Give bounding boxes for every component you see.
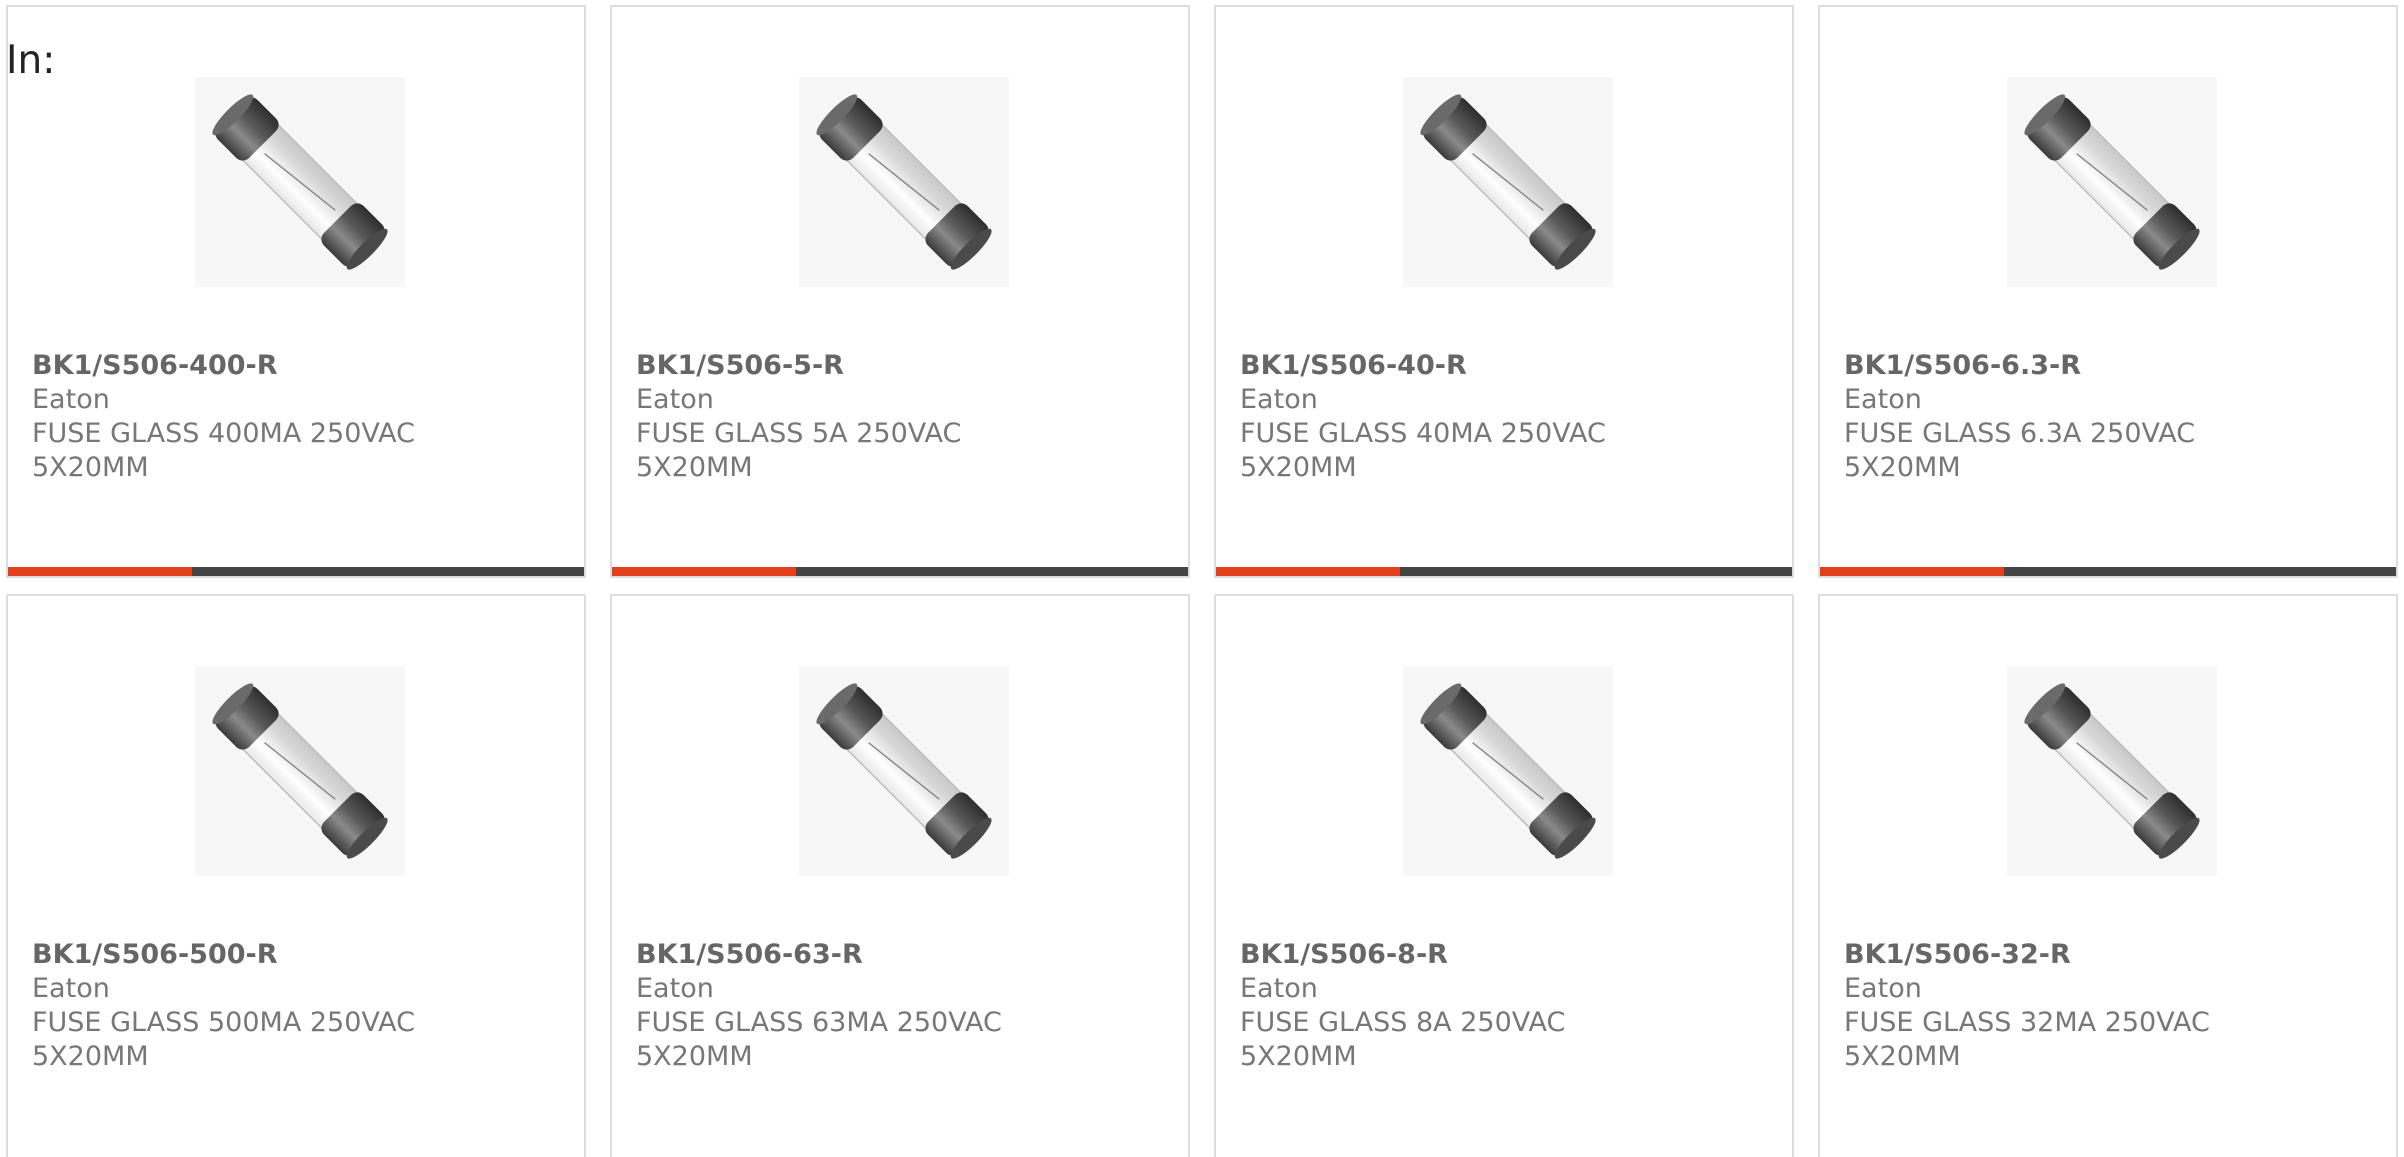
glass-fuse-icon xyxy=(212,94,388,270)
manufacturer-name: Eaton xyxy=(1844,384,1922,415)
manufacturer-name: Eaton xyxy=(1240,973,1318,1004)
product-info: BK1/S506-400-R Eaton FUSE GLASS 400MA 25… xyxy=(32,349,432,485)
product-card[interactable]: BK1/S506-500-R Eaton FUSE GLASS 500MA 25… xyxy=(6,594,586,1157)
manufacturer-name: Eaton xyxy=(1844,973,1922,1004)
card-accent-bar xyxy=(1820,567,2004,576)
part-number-link[interactable]: BK1/S506-8-R xyxy=(1240,938,1640,972)
manufacturer-name: Eaton xyxy=(32,384,110,415)
product-image[interactable] xyxy=(799,666,1009,876)
part-number-link[interactable]: BK1/S506-63-R xyxy=(636,938,1036,972)
product-description: FUSE GLASS 32MA 250VAC 5X20MM xyxy=(1844,1007,2210,1072)
product-description: FUSE GLASS 6.3A 250VAC 5X20MM xyxy=(1844,418,2196,483)
product-description: FUSE GLASS 500MA 250VAC 5X20MM xyxy=(32,1007,415,1072)
manufacturer-name: Eaton xyxy=(1240,384,1318,415)
product-info: BK1/S506-500-R Eaton FUSE GLASS 500MA 25… xyxy=(32,938,432,1074)
product-card[interactable]: BK1/S506-6.3-R Eaton FUSE GLASS 6.3A 250… xyxy=(1818,5,2398,578)
product-info: BK1/S506-5-R Eaton FUSE GLASS 5A 250VAC … xyxy=(636,349,1036,485)
product-description: FUSE GLASS 5A 250VAC 5X20MM xyxy=(636,418,962,483)
product-image[interactable] xyxy=(195,666,405,876)
product-grid: BK1/S506-400-R Eaton FUSE GLASS 400MA 25… xyxy=(6,5,2398,1157)
product-image[interactable] xyxy=(799,77,1009,287)
product-description: FUSE GLASS 63MA 250VAC 5X20MM xyxy=(636,1007,1002,1072)
product-description: FUSE GLASS 8A 250VAC 5X20MM xyxy=(1240,1007,1566,1072)
product-card[interactable]: BK1/S506-32-R Eaton FUSE GLASS 32MA 250V… xyxy=(1818,594,2398,1157)
product-info: BK1/S506-32-R Eaton FUSE GLASS 32MA 250V… xyxy=(1844,938,2244,1074)
glass-fuse-icon xyxy=(212,683,388,859)
card-bottom-bar xyxy=(1216,567,1792,576)
card-accent-bar xyxy=(612,567,796,576)
glass-fuse-icon xyxy=(1420,683,1596,859)
prefix-label: In: xyxy=(6,38,56,83)
part-number-link[interactable]: BK1/S506-5-R xyxy=(636,349,1036,383)
product-results-page: In: BK1/S506-400-R Eaton FUSE GLASS 400M… xyxy=(0,0,2404,1157)
card-bottom-bar xyxy=(8,567,584,576)
part-number-link[interactable]: BK1/S506-6.3-R xyxy=(1844,349,2244,383)
glass-fuse-icon xyxy=(1420,94,1596,270)
product-description: FUSE GLASS 40MA 250VAC 5X20MM xyxy=(1240,418,1606,483)
product-card[interactable]: BK1/S506-5-R Eaton FUSE GLASS 5A 250VAC … xyxy=(610,5,1190,578)
manufacturer-name: Eaton xyxy=(636,384,714,415)
product-image[interactable] xyxy=(2007,77,2217,287)
product-image[interactable] xyxy=(2007,666,2217,876)
part-number-link[interactable]: BK1/S506-500-R xyxy=(32,938,432,972)
card-accent-bar xyxy=(8,567,192,576)
card-bottom-bar xyxy=(612,567,1188,576)
product-card[interactable]: BK1/S506-40-R Eaton FUSE GLASS 40MA 250V… xyxy=(1214,5,1794,578)
product-card[interactable]: BK1/S506-400-R Eaton FUSE GLASS 400MA 25… xyxy=(6,5,586,578)
product-card[interactable]: BK1/S506-63-R Eaton FUSE GLASS 63MA 250V… xyxy=(610,594,1190,1157)
product-description: FUSE GLASS 400MA 250VAC 5X20MM xyxy=(32,418,415,483)
product-info: BK1/S506-40-R Eaton FUSE GLASS 40MA 250V… xyxy=(1240,349,1640,485)
card-bottom-bar xyxy=(1820,567,2396,576)
product-card[interactable]: BK1/S506-8-R Eaton FUSE GLASS 8A 250VAC … xyxy=(1214,594,1794,1157)
manufacturer-name: Eaton xyxy=(32,973,110,1004)
part-number-link[interactable]: BK1/S506-32-R xyxy=(1844,938,2244,972)
product-info: BK1/S506-8-R Eaton FUSE GLASS 8A 250VAC … xyxy=(1240,938,1640,1074)
product-image[interactable] xyxy=(195,77,405,287)
glass-fuse-icon xyxy=(2024,683,2200,859)
manufacturer-name: Eaton xyxy=(636,973,714,1004)
product-image[interactable] xyxy=(1403,77,1613,287)
product-info: BK1/S506-6.3-R Eaton FUSE GLASS 6.3A 250… xyxy=(1844,349,2244,485)
product-image[interactable] xyxy=(1403,666,1613,876)
part-number-link[interactable]: BK1/S506-400-R xyxy=(32,349,432,383)
glass-fuse-icon xyxy=(816,683,992,859)
part-number-link[interactable]: BK1/S506-40-R xyxy=(1240,349,1640,383)
product-info: BK1/S506-63-R Eaton FUSE GLASS 63MA 250V… xyxy=(636,938,1036,1074)
glass-fuse-icon xyxy=(2024,94,2200,270)
card-accent-bar xyxy=(1216,567,1400,576)
glass-fuse-icon xyxy=(816,94,992,270)
